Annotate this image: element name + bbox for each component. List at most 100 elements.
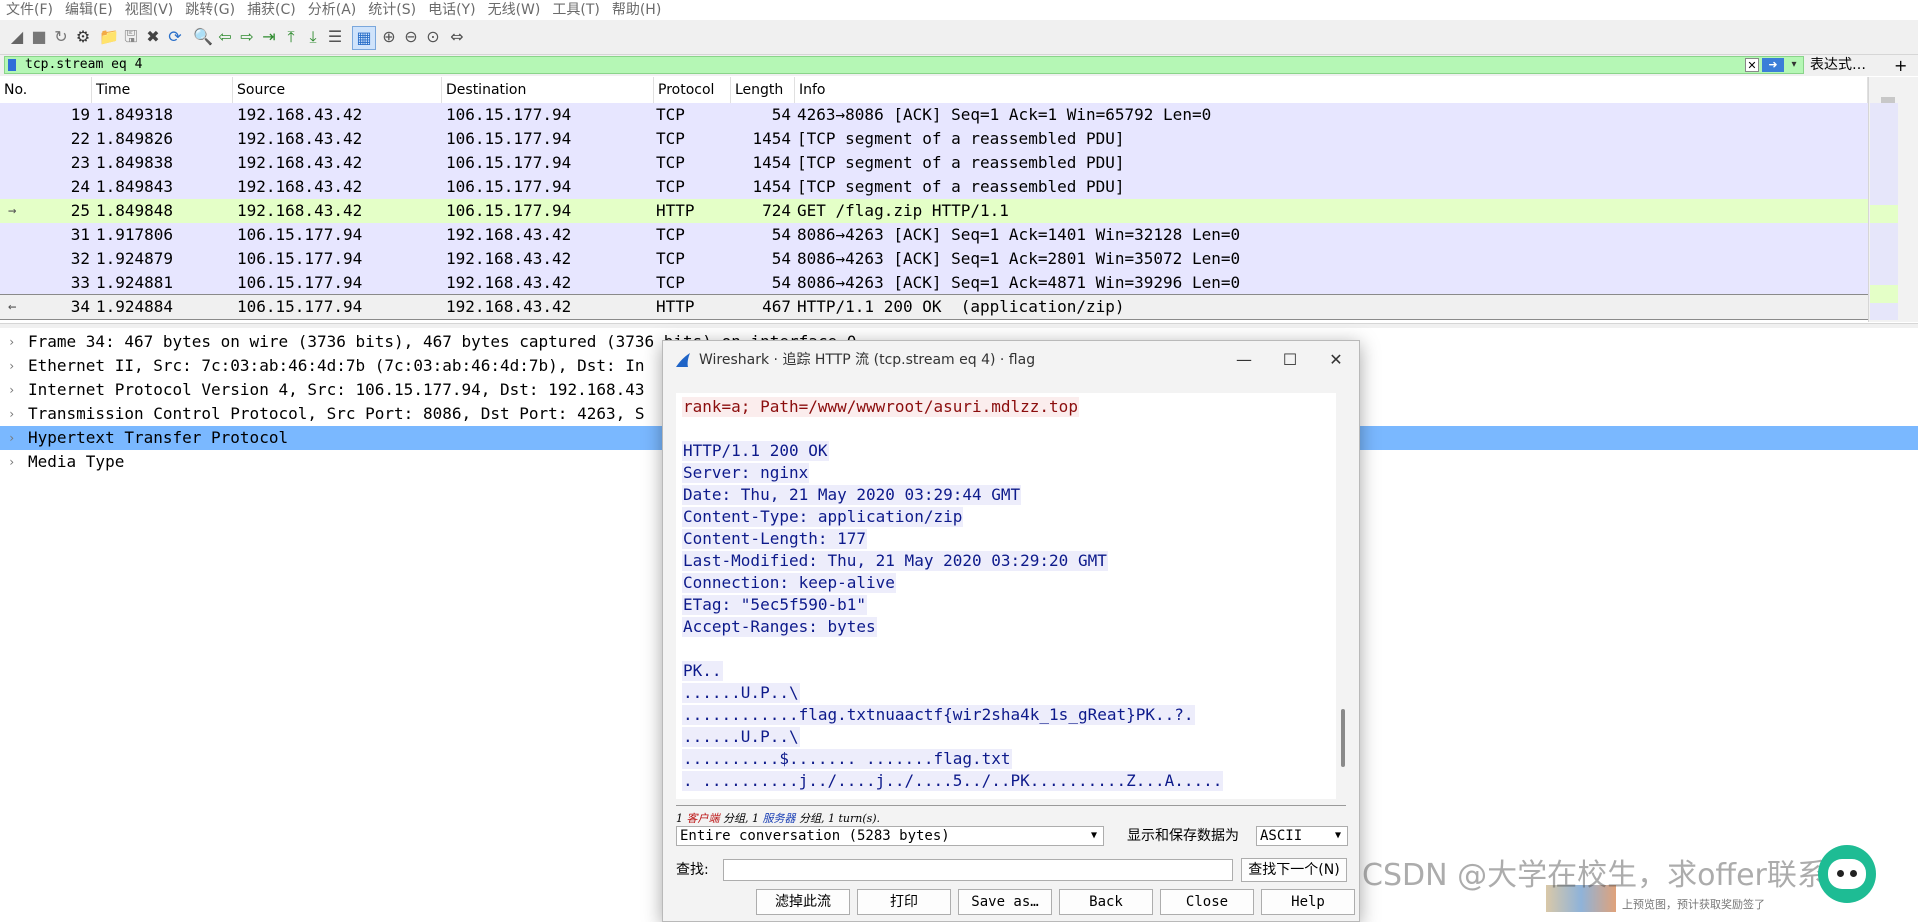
apply-filter-icon[interactable]: ➜ bbox=[1762, 58, 1784, 72]
expand-chevron-icon[interactable]: › bbox=[8, 378, 15, 402]
menu-item[interactable]: 编辑(E) bbox=[59, 0, 119, 20]
menu-item[interactable]: 跳转(G) bbox=[179, 0, 241, 20]
find-next-button[interactable]: 查找下一个(N) bbox=[1241, 858, 1347, 882]
stop-icon[interactable]: ■ bbox=[28, 26, 50, 48]
packet-row[interactable]: ← 34 1.924884 106.15.177.94 192.168.43.42 HTT… bbox=[0, 294, 1869, 320]
server-stream-line: ......U.P..\ bbox=[682, 727, 800, 747]
back-button[interactable]: Back bbox=[1059, 889, 1153, 915]
packet-row[interactable]: 19 1.849318 192.168.43.42 106.15.177.94 TCP 5… bbox=[0, 103, 1868, 127]
dialog-titlebar[interactable]: Wireshark · 追踪 HTTP 流 (tcp.stream eq 4) … bbox=[663, 341, 1359, 379]
menu-item[interactable]: 分析(A) bbox=[302, 0, 363, 20]
minimap-marker bbox=[1870, 205, 1898, 223]
packet-source: 192.168.43.42 bbox=[237, 153, 363, 172]
packet-row[interactable]: 33 1.924881 106.15.177.94 192.168.43.42 TCP 5… bbox=[0, 271, 1868, 295]
packet-time: 1.849838 bbox=[96, 153, 174, 172]
column-header[interactable]: Protocol bbox=[654, 77, 731, 103]
packet-info: GET /flag.zip HTTP/1.1 bbox=[797, 201, 1009, 220]
server-stream-line: Date: Thu, 21 May 2020 03:29:44 GMT bbox=[682, 485, 1022, 505]
help-button[interactable]: Help bbox=[1261, 889, 1355, 915]
menu-item[interactable]: 捕获(C) bbox=[241, 0, 302, 20]
save-icon[interactable]: 🖫 bbox=[120, 26, 142, 48]
client-label: 客户端 bbox=[686, 812, 720, 825]
filter-bookmark-icon[interactable] bbox=[8, 59, 16, 71]
print-button[interactable]: 打印 bbox=[857, 889, 951, 915]
cat-mascot-icon[interactable] bbox=[1818, 845, 1876, 903]
menu-item[interactable]: 文件(F) bbox=[0, 0, 59, 20]
zoom-out-icon[interactable]: ⊖ bbox=[400, 26, 422, 48]
capture-options-icon[interactable]: ⚙ bbox=[72, 26, 94, 48]
close-file-icon[interactable]: ✖ bbox=[142, 26, 164, 48]
chevron-down-icon: ▼ bbox=[1090, 830, 1097, 841]
client-stream-line: rank=a; Path=/www/wwwroot/asuri.mdlzz.to… bbox=[682, 397, 1079, 417]
colorize-icon[interactable]: ▦ bbox=[352, 26, 376, 50]
packet-row[interactable]: 32 1.924879 106.15.177.94 192.168.43.42 TCP 5… bbox=[0, 247, 1868, 271]
find-input[interactable] bbox=[723, 859, 1233, 881]
maximize-button[interactable]: ☐ bbox=[1267, 341, 1313, 379]
packet-row[interactable]: → 25 1.849848 192.168.43.42 106.15.177.94 HTT… bbox=[0, 199, 1868, 223]
first-packet-icon[interactable]: ⤒ bbox=[280, 26, 302, 48]
column-header[interactable]: Source bbox=[233, 77, 442, 103]
zoom-normal-icon[interactable]: ⊙ bbox=[422, 26, 444, 48]
expand-chevron-icon[interactable]: › bbox=[8, 330, 15, 354]
packet-source: 192.168.43.42 bbox=[237, 129, 363, 148]
reload-icon[interactable]: ⟳ bbox=[164, 26, 186, 48]
clear-filter-icon[interactable]: ✕ bbox=[1745, 58, 1759, 72]
save-as-button[interactable]: Save as… bbox=[958, 889, 1052, 915]
packet-row[interactable]: 24 1.849843 192.168.43.42 106.15.177.94 TCP 1… bbox=[0, 175, 1868, 199]
divider bbox=[676, 805, 1346, 806]
column-header[interactable]: Destination bbox=[442, 77, 654, 103]
open-folder-icon[interactable]: 📁 bbox=[98, 26, 120, 48]
shark-fin-start-icon[interactable]: ◢ bbox=[6, 26, 28, 48]
packet-destination: 106.15.177.94 bbox=[446, 153, 572, 172]
conversation-select[interactable]: Entire conversation (5283 bytes) ▼ bbox=[676, 826, 1104, 846]
stream-content[interactable]: rank=a; Path=/www/wwwroot/asuri.mdlzz.to… bbox=[676, 393, 1336, 799]
column-header[interactable]: Time bbox=[92, 77, 233, 103]
close-button[interactable]: Close bbox=[1160, 889, 1254, 915]
packet-row[interactable]: 31 1.917806 106.15.177.94 192.168.43.42 TCP 5… bbox=[0, 223, 1868, 247]
column-header[interactable]: Length bbox=[731, 77, 795, 103]
stream-stats: 1 客户端 分组, 1 服务器 分组, 1 turn(s). bbox=[676, 811, 880, 827]
column-header[interactable]: No. bbox=[0, 77, 92, 103]
packet-protocol: TCP bbox=[656, 105, 685, 124]
packet-length: 54 bbox=[771, 273, 791, 292]
packet-row[interactable]: 23 1.849838 192.168.43.42 106.15.177.94 TCP 1… bbox=[0, 151, 1868, 175]
menu-item[interactable]: 视图(V) bbox=[119, 0, 180, 20]
packet-source: 192.168.43.42 bbox=[237, 177, 363, 196]
format-select[interactable]: ASCII ▼ bbox=[1256, 826, 1348, 846]
expand-chevron-icon[interactable]: › bbox=[8, 450, 15, 474]
stream-scrollbar[interactable] bbox=[1338, 393, 1350, 799]
expand-chevron-icon[interactable]: › bbox=[8, 426, 15, 450]
expand-chevron-icon[interactable]: › bbox=[8, 354, 15, 378]
display-filter-input[interactable]: tcp.stream eq 4 bbox=[4, 56, 1804, 74]
menu-item[interactable]: 统计(S) bbox=[362, 0, 422, 20]
expand-chevron-icon[interactable]: › bbox=[8, 402, 15, 426]
pane-splitter[interactable] bbox=[0, 323, 1918, 328]
go-to-packet-icon[interactable]: ⇥ bbox=[258, 26, 280, 48]
expression-button[interactable]: 表达式… bbox=[1810, 55, 1866, 76]
close-window-button[interactable]: ✕ bbox=[1313, 341, 1359, 379]
minimize-button[interactable]: — bbox=[1221, 341, 1267, 379]
server-stream-line: Server: nginx bbox=[682, 463, 810, 483]
menu-item[interactable]: 帮助(H) bbox=[606, 0, 667, 20]
restart-icon[interactable]: ↻ bbox=[50, 26, 72, 48]
packet-source: 192.168.43.42 bbox=[237, 201, 363, 220]
autoscroll-icon[interactable]: ☰ bbox=[324, 26, 346, 48]
filter-history-dropdown-icon[interactable]: ▾ bbox=[1788, 58, 1800, 72]
find-icon[interactable]: 🔍 bbox=[192, 26, 214, 48]
packet-info: HTTP/1.1 200 OK (application/zip) bbox=[797, 297, 1125, 316]
filter-out-stream-button[interactable]: 滤掉此流 bbox=[756, 889, 850, 915]
go-forward-icon[interactable]: ⇨ bbox=[236, 26, 258, 48]
scrollbar-thumb[interactable] bbox=[1341, 709, 1345, 767]
packet-minimap[interactable] bbox=[1870, 103, 1898, 320]
add-filter-button[interactable]: + bbox=[1894, 55, 1907, 76]
cat-eye bbox=[1837, 870, 1844, 877]
resize-columns-icon[interactable]: ⇔ bbox=[446, 26, 468, 48]
packet-row[interactable]: 22 1.849826 192.168.43.42 106.15.177.94 TCP 1… bbox=[0, 127, 1868, 151]
menu-item[interactable]: 工具(T) bbox=[546, 0, 605, 20]
menu-item[interactable]: 无线(W) bbox=[482, 0, 547, 20]
column-header[interactable]: Info bbox=[795, 77, 1868, 103]
menu-item[interactable]: 电话(Y) bbox=[422, 0, 481, 20]
zoom-in-icon[interactable]: ⊕ bbox=[378, 26, 400, 48]
last-packet-icon[interactable]: ⤓ bbox=[302, 26, 324, 48]
go-back-icon[interactable]: ⇦ bbox=[214, 26, 236, 48]
